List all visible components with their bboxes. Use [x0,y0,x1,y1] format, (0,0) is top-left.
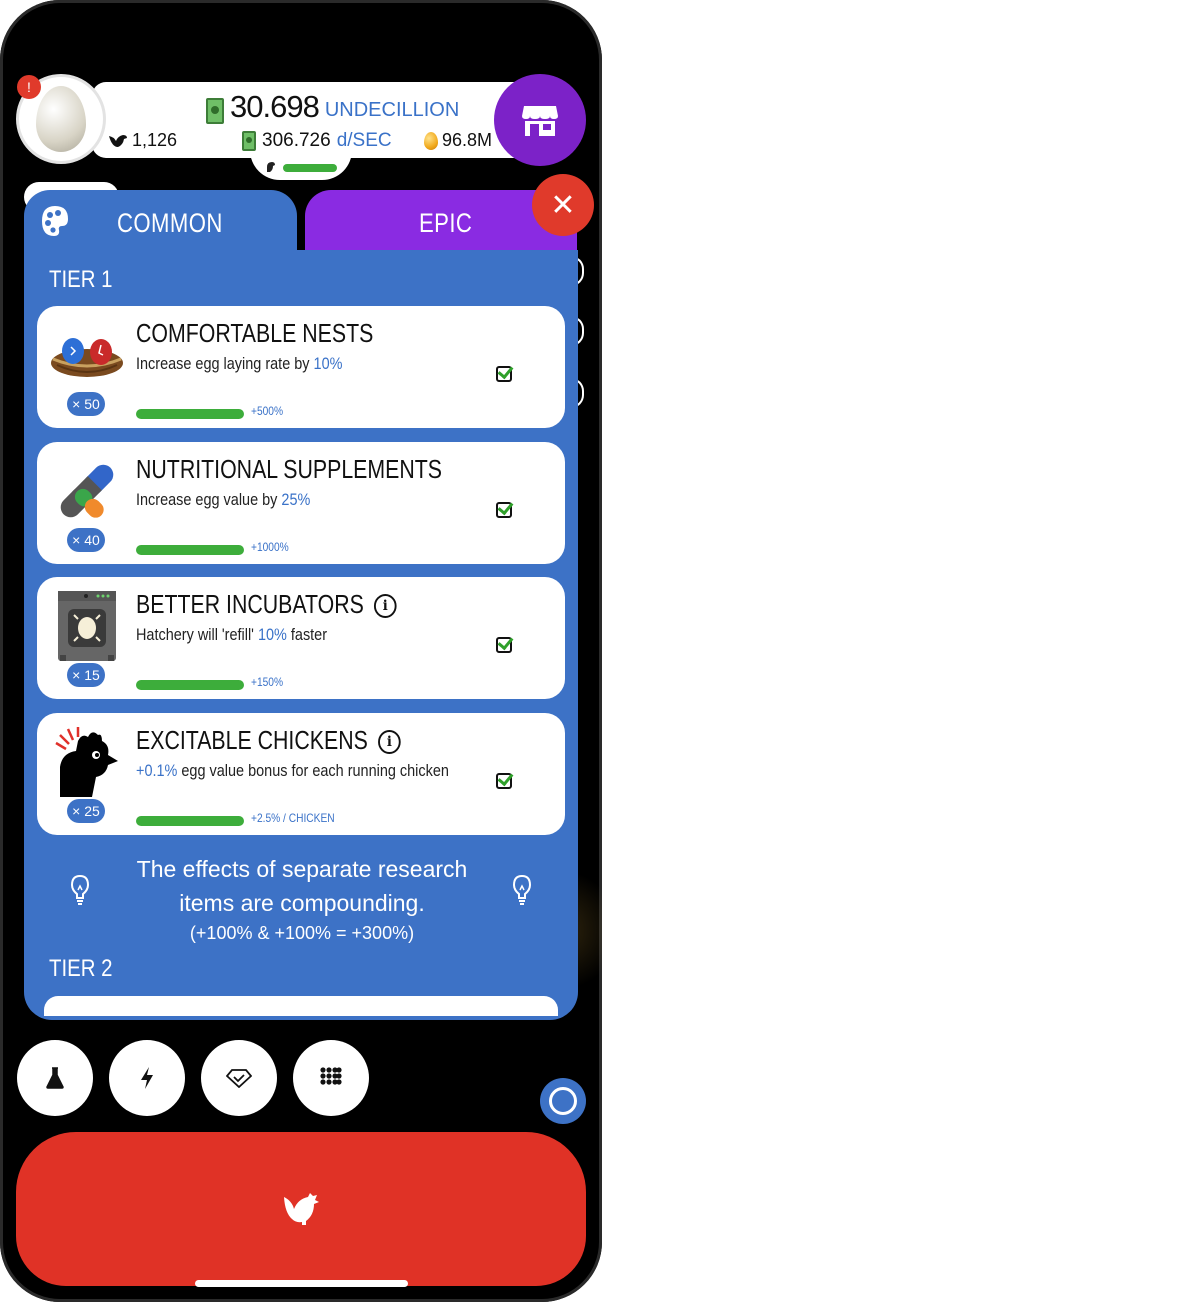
excited-chicken-icon [47,727,127,797]
egg-icon [36,86,86,152]
desc-value: 10% [313,354,343,373]
tab-epic-label: EPIC [419,208,473,238]
shop-icon [522,106,558,136]
menu-grid-button[interactable] [293,1040,369,1116]
tip-example: (+100% & +100% = +300%) [189,923,415,943]
tier-2-card-peek[interactable] [44,996,558,1016]
research-card-nutritional-supplements[interactable]: × 40 NUTRITIONAL SUPPLEMENTS Increase eg… [37,442,565,564]
phone-frame: ! 30.698 UNDECILLION 1,126 306.726 d/SEC… [0,0,602,1302]
shop-button[interactable] [494,74,586,166]
desc-prefix: Hatchery will 'refill' [136,625,258,644]
boosts-button[interactable] [109,1040,185,1116]
desc-value: 10% [257,625,287,644]
golden-egg-icon [424,131,438,150]
chicken-icon [284,1193,319,1225]
research-level-badge: × 50 [67,392,105,416]
home-indicator [195,1280,408,1287]
flask-icon [46,1067,64,1089]
completed-check-icon [496,366,512,382]
research-description: Increase egg laying rate by 10% [136,354,342,374]
palette-icon [42,206,68,236]
research-card-better-incubators[interactable]: × 15 BETTER INCUBATORS i Hatchery will 'r… [37,577,565,699]
research-progress-label: +500% [251,404,284,418]
rate-unit: d/SEC [336,130,392,151]
diamond-check-icon [226,1069,252,1088]
desc-suffix: faster [286,625,328,644]
research-description: +0.1% egg value bonus for each running c… [136,761,449,781]
research-level-badge: × 25 [67,799,105,823]
completed-check-icon [496,637,512,653]
research-level-badge: × 15 [67,663,105,687]
lightbulb-icon [70,874,90,905]
research-title: BETTER INCUBATORS i [136,589,397,620]
research-progress-label: +150% [251,675,284,689]
desc-suffix: egg value bonus for each running chicken [177,761,449,780]
alert-badge: ! [17,75,41,99]
chicken-icon [109,134,127,147]
info-icon[interactable]: i [377,730,401,755]
cash-value: 30.698 [230,89,320,124]
tier-1-title: TIER 1 [49,266,113,293]
research-button[interactable] [17,1040,93,1116]
lightning-icon [141,1067,153,1089]
research-card-comfortable-nests[interactable]: × 50 COMFORTABLE NESTS Increase egg layi… [37,306,565,428]
tip-text: The effects of separate research items a… [136,856,468,916]
research-progress-label: +2.5% / CHICKEN [251,811,335,825]
chicken-count-display: 1,126 [108,130,177,151]
rate-value: 306.726 [262,130,331,151]
desc-prefix: Increase egg laying rate by [136,354,314,373]
research-progress-bar [136,545,244,555]
circle-icon [549,1087,577,1115]
research-progress-bar [136,816,244,826]
desc-value: 25% [281,490,311,509]
hatch-chicken-button[interactable] [16,1132,586,1286]
cash-icon [206,98,224,124]
golden-eggs-count: 96.8M [442,130,493,150]
research-description: Increase egg value by 25% [136,490,310,510]
research-title: COMFORTABLE NESTS [136,318,374,348]
tab-common-label: COMMON [117,208,223,238]
research-progress-bar [136,680,244,690]
pill-icon [47,456,127,526]
circle-button[interactable] [540,1078,586,1124]
chicken-count: 1,126 [132,130,178,150]
desc-value: +0.1% [136,761,178,780]
incubator-icon [47,591,127,661]
hatchery-progress-bar [283,164,337,172]
close-icon: ✕ [550,188,576,222]
close-button[interactable]: ✕ [532,174,594,236]
lightbulb-icon [512,874,532,905]
research-title: EXCITABLE CHICKENS i [136,725,401,756]
research-tip: The effects of separate research items a… [110,852,494,946]
research-progress-label: +1000% [251,540,289,554]
epic-research-button[interactable] [201,1040,277,1116]
research-level-badge: × 40 [67,528,105,552]
research-card-excitable-chickens[interactable]: × 25 EXCITABLE CHICKENS i +0.1% egg value… [37,713,565,835]
cash-small-icon [242,131,256,151]
research-title: NUTRITIONAL SUPPLEMENTS [136,454,443,484]
research-title-text: BETTER INCUBATORS [136,589,364,619]
research-progress-bar [136,409,244,419]
research-description: Hatchery will 'refill' 10% faster [136,625,327,645]
earning-rate-display: 306.726 d/SEC [242,130,392,152]
cash-display: 30.698 UNDECILLION [206,88,459,124]
nest-icon [47,320,127,390]
completed-check-icon [496,502,512,518]
tier-2-title: TIER 2 [49,955,113,982]
research-title-text: EXCITABLE CHICKENS [136,725,368,755]
desc-prefix: Increase egg value by [136,490,282,509]
chicken-mini-icon [267,162,275,172]
cash-unit: UNDECILLION [324,99,460,121]
completed-check-icon [496,773,512,789]
golden-eggs-display: 96.8M [424,130,492,151]
grid-icon [320,1067,342,1085]
info-icon[interactable]: i [373,594,397,619]
